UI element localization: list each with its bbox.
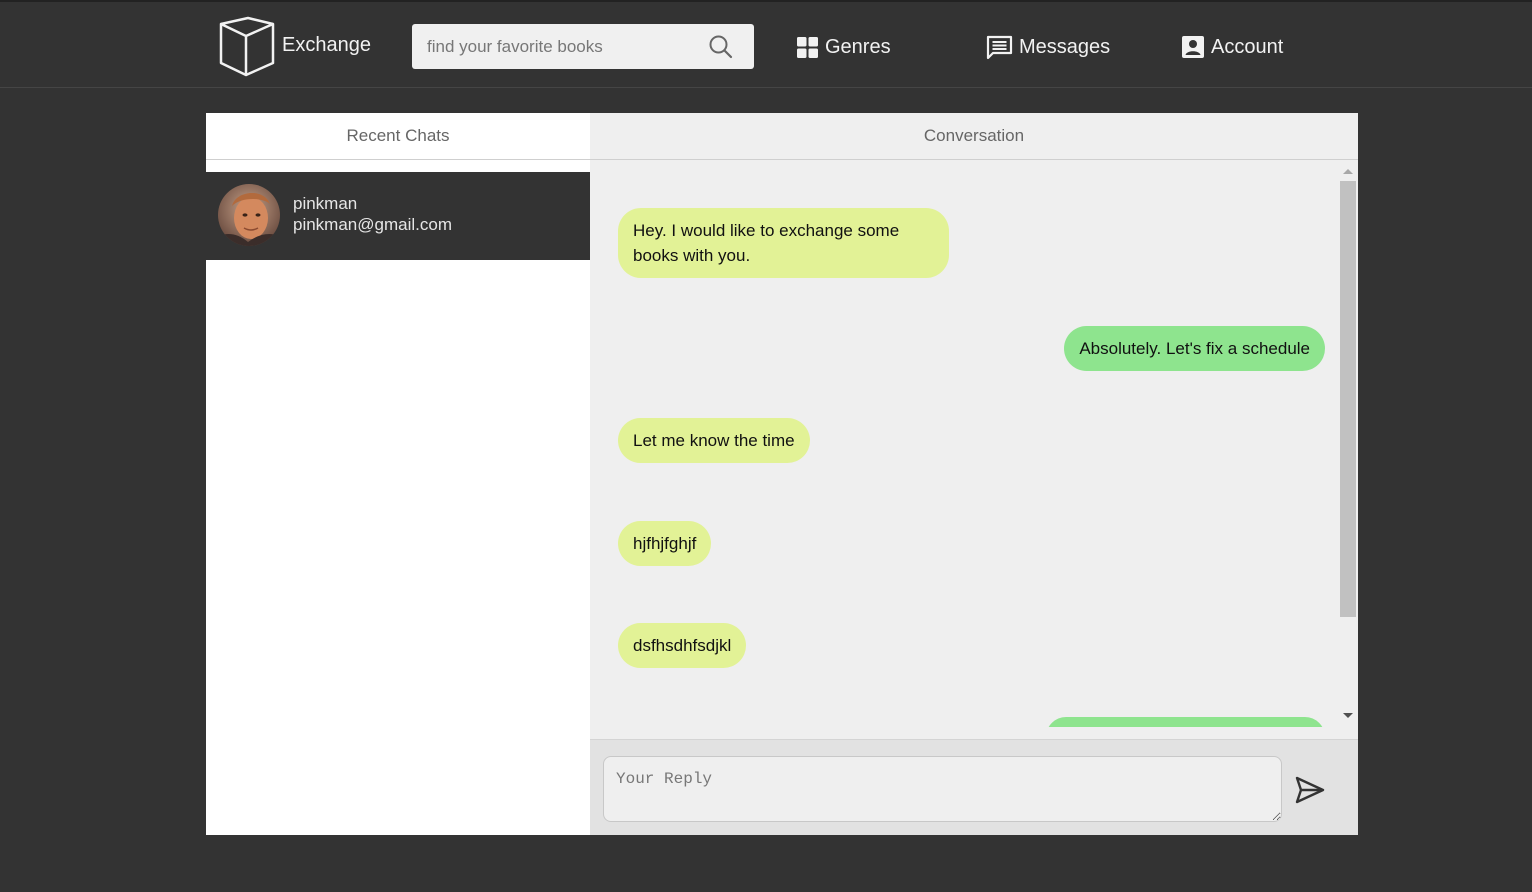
account-icon: [1182, 36, 1204, 58]
nav-messages[interactable]: Messages: [986, 32, 1110, 62]
conversation-title: Conversation: [590, 113, 1358, 160]
chat-contact-name: pinkman: [293, 194, 358, 213]
message-icon: [986, 35, 1013, 59]
chat-panel: Recent Chats pinkman pinkman@gmail.com C…: [206, 113, 1358, 835]
conversation-panel: Conversation Hey. I would like to exchan…: [590, 113, 1358, 835]
nav-messages-label: Messages: [1019, 35, 1111, 58]
message-scrollbar[interactable]: [1338, 161, 1358, 727]
outgoing-message: [1046, 717, 1325, 727]
open-book-icon: [219, 16, 275, 77]
send-icon[interactable]: [1295, 776, 1325, 804]
scroll-thumb[interactable]: [1340, 181, 1356, 617]
search-box: [412, 24, 754, 69]
reply-input[interactable]: [603, 756, 1282, 822]
brand-logo[interactable]: Exchange: [218, 16, 371, 78]
scroll-down-arrow-icon[interactable]: [1343, 713, 1353, 718]
chat-list-item[interactable]: pinkman pinkman@gmail.com: [206, 172, 590, 260]
brand-name: Exchange: [282, 33, 371, 56]
recent-chats-title: Recent Chats: [206, 113, 590, 160]
chat-contact-email: pinkman@gmail.com: [293, 215, 452, 234]
scroll-up-arrow-icon[interactable]: [1343, 169, 1353, 174]
search-input[interactable]: [412, 24, 702, 69]
incoming-message: Let me know the time: [618, 418, 810, 463]
message-list[interactable]: Hey. I would like to exchange some books…: [590, 161, 1358, 727]
top-navbar: Exchange Genres Messages: [0, 0, 1532, 88]
incoming-message: dsfhsdhfsdjkl: [618, 623, 747, 668]
grid-icon: [797, 36, 818, 58]
reply-bar: [590, 739, 1358, 835]
incoming-message: hjfhjfghjf: [618, 521, 712, 566]
nav-genres[interactable]: Genres: [796, 32, 891, 62]
avatar: [218, 184, 280, 246]
nav-account-label: Account: [1211, 35, 1284, 58]
incoming-message: Hey. I would like to exchange some books…: [618, 208, 949, 278]
nav-account[interactable]: Account: [1181, 32, 1283, 62]
search-icon[interactable]: [708, 34, 734, 60]
recent-chats-panel: Recent Chats pinkman pinkman@gmail.com: [206, 113, 590, 835]
nav-genres-label: Genres: [825, 35, 891, 58]
outgoing-message: Absolutely. Let's fix a schedule: [1064, 326, 1325, 371]
